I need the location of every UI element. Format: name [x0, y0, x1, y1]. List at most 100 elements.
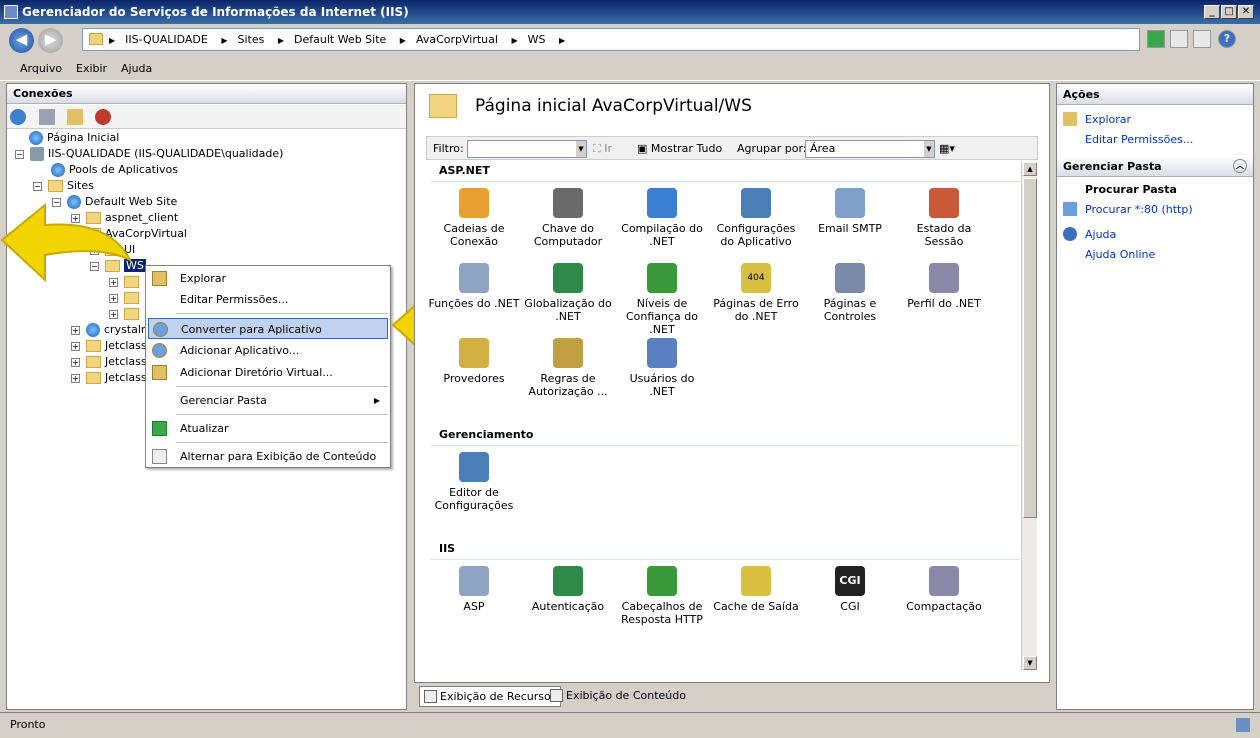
save-icon[interactable]: [39, 109, 55, 125]
menu-exibir[interactable]: Exibir: [76, 62, 107, 75]
status-text: Pronto: [10, 718, 46, 731]
feature-icon: [929, 566, 959, 596]
help-icon: [1063, 227, 1077, 241]
feature-item[interactable]: Chave do Computador: [522, 188, 614, 248]
tree-node[interactable]: + crystalre: [71, 322, 152, 338]
feature-icon: [929, 188, 959, 218]
feature-label: Compactação: [906, 600, 982, 613]
collapse-icon[interactable]: ︿: [1233, 159, 1247, 173]
action-ajuda[interactable]: Ajuda: [1085, 228, 1116, 241]
tree-node[interactable]: + Jetclass: [71, 370, 147, 386]
ctx-alternar-conteudo[interactable]: Alternar para Exibição de Conteúdo: [148, 446, 388, 467]
refresh-icon[interactable]: [1147, 30, 1165, 48]
action-browse-link[interactable]: Procurar *:80 (http): [1085, 203, 1193, 216]
go-button[interactable]: ⛶ Ir: [593, 142, 612, 156]
home-icon[interactable]: [1193, 30, 1211, 48]
feature-item[interactable]: Compilação do .NET: [616, 188, 708, 248]
breadcrumb-item[interactable]: IIS-QUALIDADE: [125, 29, 208, 50]
feature-item[interactable]: Níveis de Confiança do .NET: [616, 263, 708, 336]
highlight-arrow-left: [0, 202, 133, 283]
feature-icon: [459, 188, 489, 218]
help-icon[interactable]: ?: [1218, 30, 1236, 48]
scroll-thumb[interactable]: [1023, 178, 1037, 518]
feature-item[interactable]: Compactação: [898, 566, 990, 613]
tree-node[interactable]: + Jetclass: [71, 354, 147, 370]
feature-label: Cadeias de Conexão: [443, 222, 505, 248]
feature-item[interactable]: Cache de Saída: [710, 566, 802, 613]
feature-item[interactable]: CGI CGI: [804, 566, 896, 613]
feature-item[interactable]: Funções do .NET: [428, 263, 520, 310]
view-mode-icon[interactable]: ▦▾: [939, 142, 955, 155]
folder-icon: [429, 94, 457, 118]
feature-label: Páginas e Controles: [823, 297, 877, 323]
section-header: IIS: [439, 542, 456, 555]
ctx-adicionar-diretorio-virtual[interactable]: Adicionar Diretório Virtual...: [148, 362, 388, 383]
action-ajuda-online[interactable]: Ajuda Online: [1085, 248, 1155, 261]
tree-node[interactable]: − Sites: [33, 178, 94, 194]
page-title: Página inicial AvaCorpVirtual/WS: [475, 96, 752, 116]
action-editar-permissoes[interactable]: Editar Permissões...: [1085, 133, 1193, 146]
breadcrumb-item[interactable]: AvaCorpVirtual: [416, 29, 498, 50]
ctx-adicionar-aplicativo[interactable]: Adicionar Aplicativo...: [148, 340, 388, 361]
feature-item[interactable]: 404 Páginas de Erro do .NET: [710, 263, 802, 323]
show-all-button[interactable]: ▣ Mostrar Tudo: [637, 142, 722, 155]
menu-arquivo[interactable]: Arquivo: [20, 62, 62, 75]
ctx-atualizar[interactable]: Atualizar: [148, 418, 388, 439]
connect-icon[interactable]: [10, 109, 26, 125]
stop-icon[interactable]: [1170, 30, 1188, 48]
feature-item[interactable]: Regras de Autorização ...: [522, 338, 614, 398]
address-bar[interactable]: ▶ IIS-QUALIDADE ▶ Sites ▶ Default Web Site …: [82, 28, 1140, 51]
ctx-gerenciar-pasta[interactable]: Gerenciar Pasta ▶: [148, 390, 388, 411]
ctx-converter-aplicativo[interactable]: Converter para Aplicativo: [148, 318, 388, 339]
action-explorar[interactable]: Explorar: [1085, 113, 1131, 126]
iis-app-icon: [4, 5, 18, 19]
group-by-label: Agrupar por:: [737, 142, 807, 155]
feature-item[interactable]: Globalização do .NET: [522, 263, 614, 323]
filter-input[interactable]: ▼: [467, 140, 587, 158]
tab-features-view[interactable]: Exibição de Recursos: [419, 686, 562, 707]
feature-item[interactable]: Cadeias de Conexão: [428, 188, 520, 248]
feature-item[interactable]: Usuários do .NET: [616, 338, 708, 398]
tree-node[interactable]: Página Inicial: [29, 130, 119, 146]
vertical-scrollbar[interactable]: ▲ ▼: [1021, 162, 1037, 670]
feature-label: Estado da Sessão: [916, 222, 972, 248]
group-by-select[interactable]: Área ▼: [805, 140, 935, 158]
feature-item[interactable]: Email SMTP: [804, 188, 896, 235]
disconnect-icon[interactable]: [95, 109, 111, 125]
navigation-bar: ◀ ▶ ▶ IIS-QUALIDADE ▶ Sites ▶ Default Web S…: [0, 24, 1260, 56]
ctx-explorar[interactable]: Explorar: [148, 268, 388, 289]
scroll-down-button[interactable]: ▼: [1023, 656, 1037, 670]
menu-ajuda[interactable]: Ajuda: [121, 62, 152, 75]
tree-node[interactable]: − IIS-QUALIDADE (IIS-QUALIDADE\qualidade): [15, 146, 283, 162]
feature-item[interactable]: Perfil do .NET: [898, 263, 990, 310]
tree-node[interactable]: Pools de Aplicativos: [51, 162, 178, 178]
forward-button[interactable]: ▶: [38, 28, 63, 53]
up-folder-icon[interactable]: [67, 109, 83, 125]
close-button[interactable]: ✕: [1238, 5, 1254, 19]
feature-item[interactable]: Autenticação: [522, 566, 614, 613]
ctx-editar-permissoes[interactable]: Editar Permissões...: [148, 289, 388, 310]
feature-item[interactable]: ASP: [428, 566, 520, 613]
feature-label: Compilação do .NET: [621, 222, 703, 248]
back-button[interactable]: ◀: [9, 28, 34, 53]
feature-item[interactable]: Configurações do Aplicativo: [710, 188, 802, 248]
tree-node[interactable]: + Jetclass: [71, 338, 147, 354]
scroll-up-button[interactable]: ▲: [1023, 162, 1037, 176]
feature-label: Autenticação: [531, 600, 605, 613]
maximize-button[interactable]: □: [1221, 5, 1237, 19]
feature-icon: [553, 566, 583, 596]
feature-item[interactable]: Provedores: [428, 338, 520, 385]
breadcrumb-item[interactable]: Default Web Site: [294, 29, 386, 50]
feature-item[interactable]: Cabeçalhos de Resposta HTTP: [616, 566, 708, 626]
tab-content-view[interactable]: Exibição de Conteúdo: [546, 686, 690, 707]
breadcrumb-item[interactable]: WS: [528, 29, 546, 50]
feature-icon: [647, 338, 677, 368]
breadcrumb-item[interactable]: Sites: [237, 29, 264, 50]
feature-item[interactable]: Estado da Sessão: [898, 188, 990, 248]
feature-item[interactable]: Editor de Configurações: [428, 452, 520, 512]
filter-bar: Filtro: ▼ ⛶ Ir ▣ Mostrar Tudo Agrupar po…: [426, 136, 1038, 160]
minimize-button[interactable]: _: [1204, 5, 1220, 19]
feature-label: Regras de Autorização ...: [528, 372, 608, 398]
feature-item[interactable]: Páginas e Controles: [804, 263, 896, 323]
section-header: Gerenciamento: [439, 428, 534, 441]
